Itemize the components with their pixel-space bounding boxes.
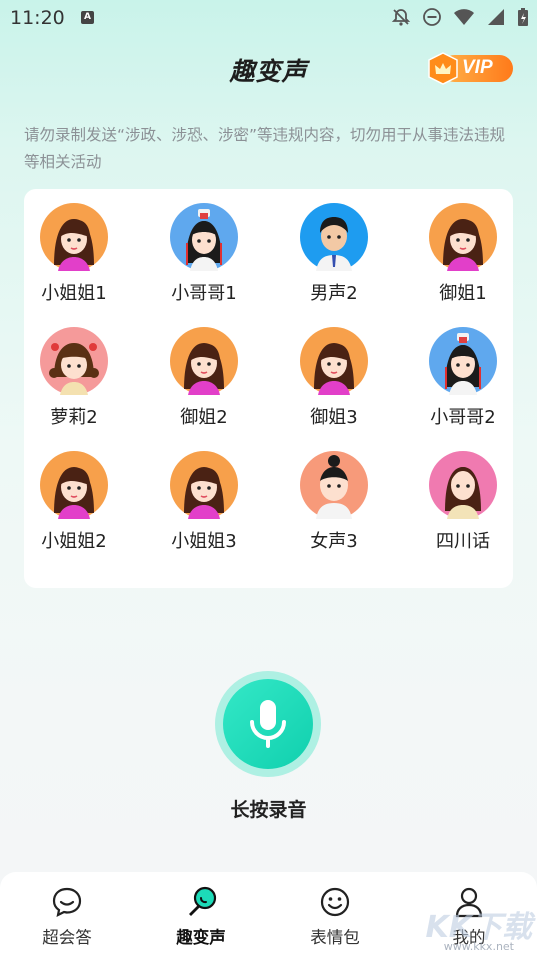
watermark-url: www.kkx.net — [443, 940, 514, 953]
voice-item[interactable]: 小哥哥2 — [408, 327, 518, 429]
vip-button[interactable]: VIP — [427, 52, 515, 85]
voice-item[interactable]: 小姐姐2 — [19, 451, 129, 553]
tab-biaoqingbao[interactable]: 表情包 — [280, 886, 390, 948]
tab-label: 超会答 — [42, 928, 92, 947]
voice-label: 御姐1 — [439, 283, 487, 304]
little-girl-icon — [40, 327, 108, 395]
voice-label: 小哥哥2 — [430, 407, 496, 428]
signal-icon — [488, 9, 504, 25]
woman-pink-icon — [429, 451, 497, 519]
voice-label: 男声2 — [310, 283, 358, 304]
man-suit-icon — [300, 203, 368, 271]
microphone-icon — [250, 700, 286, 748]
voice-label: 御姐2 — [180, 407, 228, 428]
smiley-icon — [320, 887, 350, 917]
battery-icon — [518, 8, 528, 26]
notification-icon: A — [81, 11, 94, 24]
girl-orange-icon — [170, 451, 238, 519]
voice-label: 御姐3 — [310, 407, 358, 428]
voice-label: 女声3 — [310, 531, 358, 552]
girl-orange-icon — [170, 327, 238, 395]
voice-item[interactable]: 小哥哥1 — [149, 203, 259, 305]
vip-label: VIP — [462, 57, 493, 78]
voice-label: 小姐姐3 — [171, 531, 237, 552]
voice-item[interactable]: 男声2 — [279, 203, 389, 305]
tab-chaohuida[interactable]: 超会答 — [12, 886, 122, 948]
girl-orange-icon — [429, 203, 497, 271]
girl-orange-icon — [300, 327, 368, 395]
voice-item[interactable]: 小姐姐1 — [19, 203, 129, 305]
bell-off-icon — [391, 9, 411, 26]
voice-grid-card: 小姐姐1 小哥哥1 男声2 御姐1 萝莉2 御姐2 御姐3 小哥哥2 小姐姐2 … — [24, 189, 513, 588]
tab-label: 表情包 — [310, 928, 360, 947]
tab-label: 趣变声 — [176, 928, 226, 947]
status-time: 11:20 — [10, 7, 65, 29]
status-bar: 11:20 A — [0, 0, 537, 36]
voice-label: 小姐姐2 — [41, 531, 107, 552]
voice-item[interactable]: 萝莉2 — [19, 327, 129, 429]
tab-qubiansheng[interactable]: 趣变声 — [146, 886, 256, 948]
mic-voice-icon — [189, 886, 217, 916]
voice-item[interactable]: 小姐姐3 — [149, 451, 259, 553]
voice-item[interactable]: 女声3 — [279, 451, 389, 553]
girl-orange-icon — [40, 203, 108, 271]
ancient-boy-icon — [170, 203, 238, 271]
notice-text: 请勿录制发送“涉政、涉恐、涉密”等违规内容，切勿用于从事违法违规等相关活动 — [24, 126, 506, 171]
voice-label: 小哥哥1 — [171, 283, 237, 304]
wifi-icon — [454, 9, 474, 25]
voice-item[interactable]: 御姐1 — [408, 203, 518, 305]
watermark: KK下载 www.kkx.net — [418, 900, 536, 956]
voice-label: 小姐姐1 — [41, 283, 107, 304]
chat-bubble-icon — [52, 887, 82, 917]
record-button[interactable] — [215, 671, 321, 777]
voice-label: 萝莉2 — [50, 407, 98, 428]
voice-item[interactable]: 四川话 — [408, 451, 518, 553]
record-label: 长按录音 — [230, 799, 307, 821]
voice-item[interactable]: 御姐2 — [149, 327, 259, 429]
voice-label: 四川话 — [436, 531, 490, 552]
woman-bun-icon — [300, 451, 368, 519]
do-not-disturb-icon — [423, 8, 441, 26]
ancient-boy-icon — [429, 327, 497, 395]
voice-item[interactable]: 御姐3 — [279, 327, 389, 429]
girl-orange-icon — [40, 451, 108, 519]
